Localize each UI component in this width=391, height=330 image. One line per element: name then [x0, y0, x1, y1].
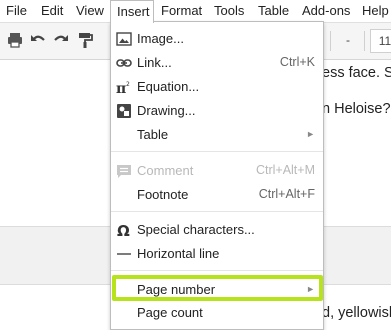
menu-item-image[interactable]: Image...	[111, 27, 323, 51]
menu-item-shortcut: Ctrl+Alt+M	[255, 163, 315, 177]
omega-icon: Ω	[117, 222, 130, 238]
toolbar-separator	[364, 31, 365, 51]
menu-file[interactable]: File	[6, 0, 27, 22]
menu-item-label: Special characters...	[137, 222, 255, 237]
menu-item-label: Footnote	[137, 187, 189, 202]
menu-edit[interactable]: Edit	[41, 0, 63, 22]
menu-item-footnote[interactable]: Footnote Ctrl+Alt+F	[111, 183, 323, 207]
submenu-arrow-icon: ►	[306, 129, 315, 139]
menu-item-drawing[interactable]: Drawing...	[111, 99, 323, 123]
document-text-line: d, yellowish	[322, 305, 391, 321]
svg-text:Ω: Ω	[117, 222, 130, 238]
menu-item-label: Drawing...	[137, 103, 196, 118]
horizontal-line-icon	[117, 253, 131, 255]
svg-text:π: π	[116, 81, 126, 95]
menu-item-page-count[interactable]: Page count	[111, 301, 323, 325]
undo-icon[interactable]	[29, 31, 47, 49]
menu-item-special-characters[interactable]: Ω Special characters...	[111, 218, 323, 242]
menu-add-ons[interactable]: Add-ons	[302, 0, 350, 22]
menu-item-label: Comment	[137, 163, 194, 178]
menu-item-label: Image...	[137, 31, 184, 46]
highlight-box	[112, 275, 323, 301]
paint-format-icon[interactable]	[76, 31, 94, 49]
menu-tools[interactable]: Tools	[214, 0, 244, 22]
menu-separator	[111, 211, 323, 212]
menu-bar: File Edit View Insert Format Tools Table…	[0, 0, 391, 23]
menu-item-equation[interactable]: π 2 Equation...	[111, 75, 323, 99]
font-size-input[interactable]: 11	[370, 29, 391, 53]
svg-text:2: 2	[126, 81, 130, 88]
redo-icon[interactable]	[52, 31, 70, 49]
menu-format[interactable]: Format	[161, 0, 202, 22]
menu-item-shortcut: Ctrl+Alt+F	[258, 187, 315, 201]
image-icon	[116, 32, 132, 46]
toolbar-separator	[330, 31, 331, 51]
menu-separator	[111, 270, 323, 271]
menu-item-table[interactable]: Table ►	[111, 123, 323, 147]
menu-item-label: Link...	[137, 55, 172, 70]
link-icon	[116, 59, 132, 67]
menu-help[interactable]: Help	[362, 0, 389, 22]
menu-item-link[interactable]: Link... Ctrl+K	[111, 51, 323, 75]
menu-separator	[111, 151, 323, 152]
menu-item-label: Horizontal line	[137, 246, 220, 261]
menu-view[interactable]: View	[76, 0, 104, 22]
menu-item-shortcut: Ctrl+K	[279, 55, 315, 69]
menu-table[interactable]: Table	[258, 0, 289, 22]
drawing-icon	[117, 104, 131, 118]
menu-item-label: Equation...	[137, 79, 200, 94]
print-icon[interactable]	[6, 31, 24, 49]
document-text-line: n Heloise?"	[322, 101, 391, 117]
menu-item-label: Table	[137, 127, 169, 142]
pi-icon: π 2	[116, 81, 130, 95]
comment-icon	[117, 165, 131, 178]
menu-item-horizontal-line[interactable]: Horizontal line	[111, 242, 323, 266]
menu-item-comment: Comment Ctrl+Alt+M	[111, 159, 323, 183]
font-dropdown-arrow[interactable]: -	[338, 29, 358, 53]
menu-insert[interactable]: Insert	[110, 0, 154, 23]
menu-item-label: Page count	[137, 305, 203, 320]
document-text-line: ess face. S	[322, 65, 391, 81]
